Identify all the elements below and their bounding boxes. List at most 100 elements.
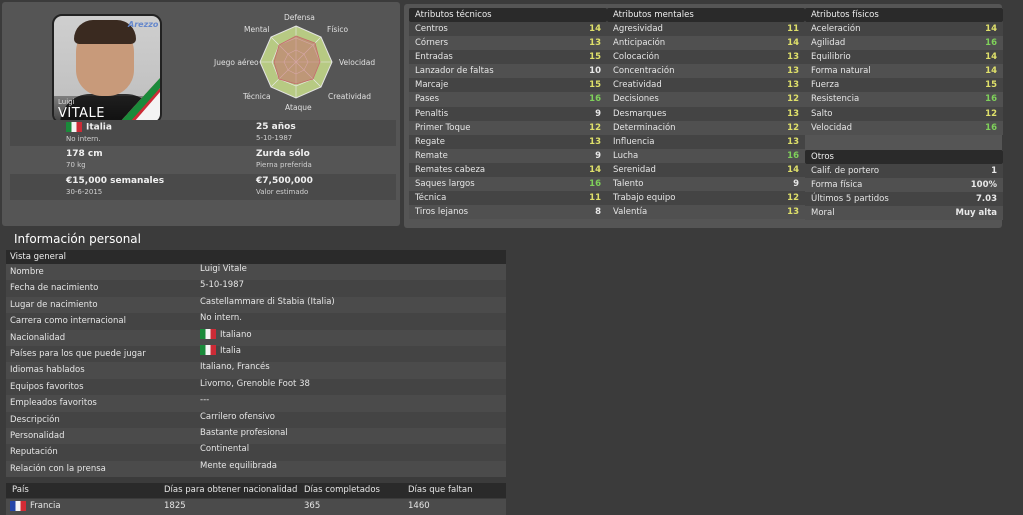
attribute-value: 100% xyxy=(970,180,997,191)
attribute-value: 16 xyxy=(985,94,997,105)
attribute-row[interactable]: Decisiones 12 xyxy=(607,92,805,107)
col-dias-faltan[interactable]: Días que faltan xyxy=(408,483,472,498)
personal-info-row: Personalidad Bastante profesional xyxy=(6,427,506,445)
attribute-row[interactable]: Centros 14 xyxy=(409,22,607,37)
attribute-row[interactable]: Moral Muy alta xyxy=(805,206,1003,221)
attribute-value: 12 xyxy=(787,94,799,105)
attribute-row[interactable]: Lanzador de faltas 10 xyxy=(409,64,607,79)
attribute-label: Centros xyxy=(415,24,448,34)
attribute-label: Desmarques xyxy=(613,108,667,119)
col-dias-obtener[interactable]: Días para obtener nacionalidad xyxy=(164,483,297,498)
attribute-row[interactable]: Primer Toque 12 xyxy=(409,120,607,135)
attribute-row[interactable]: Equilibrio 14 xyxy=(805,50,1003,65)
attribute-row[interactable]: Penaltis 9 xyxy=(409,106,607,121)
attribute-row[interactable]: Serenidad 14 xyxy=(607,162,805,178)
attribute-row[interactable]: Aceleración 14 xyxy=(805,22,1003,37)
attribute-row[interactable]: Saques largos 16 xyxy=(409,177,607,192)
attribute-value: 11 xyxy=(787,24,799,34)
attribute-row[interactable]: Colocación 13 xyxy=(607,50,805,65)
attribute-row[interactable]: Córners 13 xyxy=(409,36,607,51)
personal-info-value: Bastante profesional xyxy=(200,427,288,438)
attribute-label: Córners xyxy=(415,38,449,49)
attribute-row[interactable]: Pases 16 xyxy=(409,92,607,107)
attribute-value: 16 xyxy=(589,94,601,105)
attribute-label: Lanzador de faltas xyxy=(415,66,494,77)
attribute-row[interactable]: Creatividad 13 xyxy=(607,78,805,93)
attribute-row[interactable]: Últimos 5 partidos 7.03 xyxy=(805,192,1003,207)
personal-info-label: Idiomas hablados xyxy=(10,365,85,376)
attribute-row[interactable]: Forma natural 14 xyxy=(805,64,1003,79)
attribute-row[interactable]: Remates cabeza 14 xyxy=(409,162,607,178)
attribute-row[interactable]: Velocidad 16 xyxy=(805,120,1003,135)
attribute-row[interactable]: Influencia 13 xyxy=(607,134,805,149)
col-dias-completados[interactable]: Días completados xyxy=(304,483,380,498)
attribute-row[interactable]: Marcaje 15 xyxy=(409,78,607,93)
attribute-value: 13 xyxy=(787,52,799,63)
attribute-radar-chart xyxy=(259,25,333,99)
radar-label-mental: Mental xyxy=(244,25,270,34)
personal-info-label: Relación con la prensa xyxy=(10,463,106,474)
attribute-value: 15 xyxy=(985,80,997,91)
nationality-table-row[interactable]: Francia 1825 365 1460 xyxy=(6,499,506,515)
attribute-value: 15 xyxy=(589,80,601,91)
attribute-row[interactable]: Resistencia 16 xyxy=(805,92,1003,107)
attribute-row[interactable]: Concentración 13 xyxy=(607,64,805,79)
attribute-row[interactable]: Técnica 11 xyxy=(409,191,607,206)
personal-info-label: Personalidad xyxy=(10,430,65,441)
italy-flag-icon xyxy=(200,329,216,340)
attribute-row[interactable]: Lucha 16 xyxy=(607,148,805,163)
personal-info-value: Italiano, Francés xyxy=(200,362,270,373)
attribute-row[interactable]: Remate 9 xyxy=(409,148,607,163)
personal-info-title: Información personal xyxy=(14,232,141,246)
mental-attributes-title: Atributos mentales xyxy=(607,8,805,22)
attribute-value: 9 xyxy=(595,150,601,161)
attribute-value: 10 xyxy=(589,66,601,77)
physical-attributes-title: Atributos físicos xyxy=(805,8,1003,22)
attribute-value: 13 xyxy=(787,66,799,77)
attribute-row[interactable]: Salto 12 xyxy=(805,106,1003,121)
attribute-row[interactable]: Regate 13 xyxy=(409,134,607,149)
personal-info-label: Países para los que puede jugar xyxy=(10,348,146,359)
attribute-label: Remates cabeza xyxy=(415,164,486,175)
attribute-row[interactable]: Calif. de portero 1 xyxy=(805,164,1003,179)
attribute-row[interactable]: Forma física 100% xyxy=(805,178,1003,193)
attribute-label: Decisiones xyxy=(613,94,659,105)
personal-info-value: Italiano xyxy=(220,329,252,340)
personal-info-row: Nacionalidad Italiano xyxy=(6,329,506,346)
attribute-label: Concentración xyxy=(613,66,675,77)
attribute-row[interactable]: Entradas 15 xyxy=(409,50,607,65)
attribute-row[interactable]: Talento 9 xyxy=(607,177,805,192)
attribute-row[interactable]: Fuerza 15 xyxy=(805,78,1003,93)
attribute-value: 14 xyxy=(787,164,799,175)
personal-info-value: Castellammare di Stabia (Italia) xyxy=(200,296,335,307)
attribute-value: 11 xyxy=(589,193,601,204)
radar-label-juego-aereo: Juego aéreo xyxy=(214,58,259,67)
attribute-row[interactable]: Desmarques 13 xyxy=(607,106,805,121)
attribute-row[interactable]: Agilidad 16 xyxy=(805,36,1003,51)
italy-flag-icon xyxy=(66,122,82,132)
personal-info-row: Lugar de nacimiento Castellammare di Stab… xyxy=(6,296,506,314)
attribute-value: 1 xyxy=(991,166,997,176)
attribute-row[interactable]: Trabajo equipo 12 xyxy=(607,191,805,206)
personal-info-panel: Vista general Nombre Luigi Vitale Fecha de… xyxy=(6,250,506,478)
physical-attributes-panel: Atributos físicos Aceleración 14 Agilidad 1… xyxy=(805,8,1003,135)
attribute-row[interactable]: Determinación 12 xyxy=(607,120,805,135)
attribute-label: Trabajo equipo xyxy=(613,193,676,204)
attribute-row[interactable]: Anticipación 14 xyxy=(607,36,805,51)
attribute-label: Valentía xyxy=(613,207,648,218)
attribute-label: Últimos 5 partidos xyxy=(811,194,889,205)
row-dias-obtener: 1825 xyxy=(164,501,186,511)
personal-info-value: 5-10-1987 xyxy=(200,280,244,291)
col-pais[interactable]: País xyxy=(12,483,29,498)
attribute-row[interactable]: Agresividad 11 xyxy=(607,22,805,37)
attribute-value: 13 xyxy=(589,38,601,49)
personal-info-label: Carrera como internacional xyxy=(10,316,126,327)
personal-info-label: Nacionalidad xyxy=(10,332,66,343)
attribute-row[interactable]: Valentía 13 xyxy=(607,205,805,220)
attribute-value: 14 xyxy=(985,52,997,63)
radar-label-velocidad: Velocidad xyxy=(339,58,376,67)
personal-info-row: Carrera como internacional No intern. xyxy=(6,313,506,330)
attribute-row[interactable]: Tiros lejanos 8 xyxy=(409,205,607,220)
attribute-label: Equilibrio xyxy=(811,52,851,63)
attribute-label: Tiros lejanos xyxy=(415,207,469,218)
